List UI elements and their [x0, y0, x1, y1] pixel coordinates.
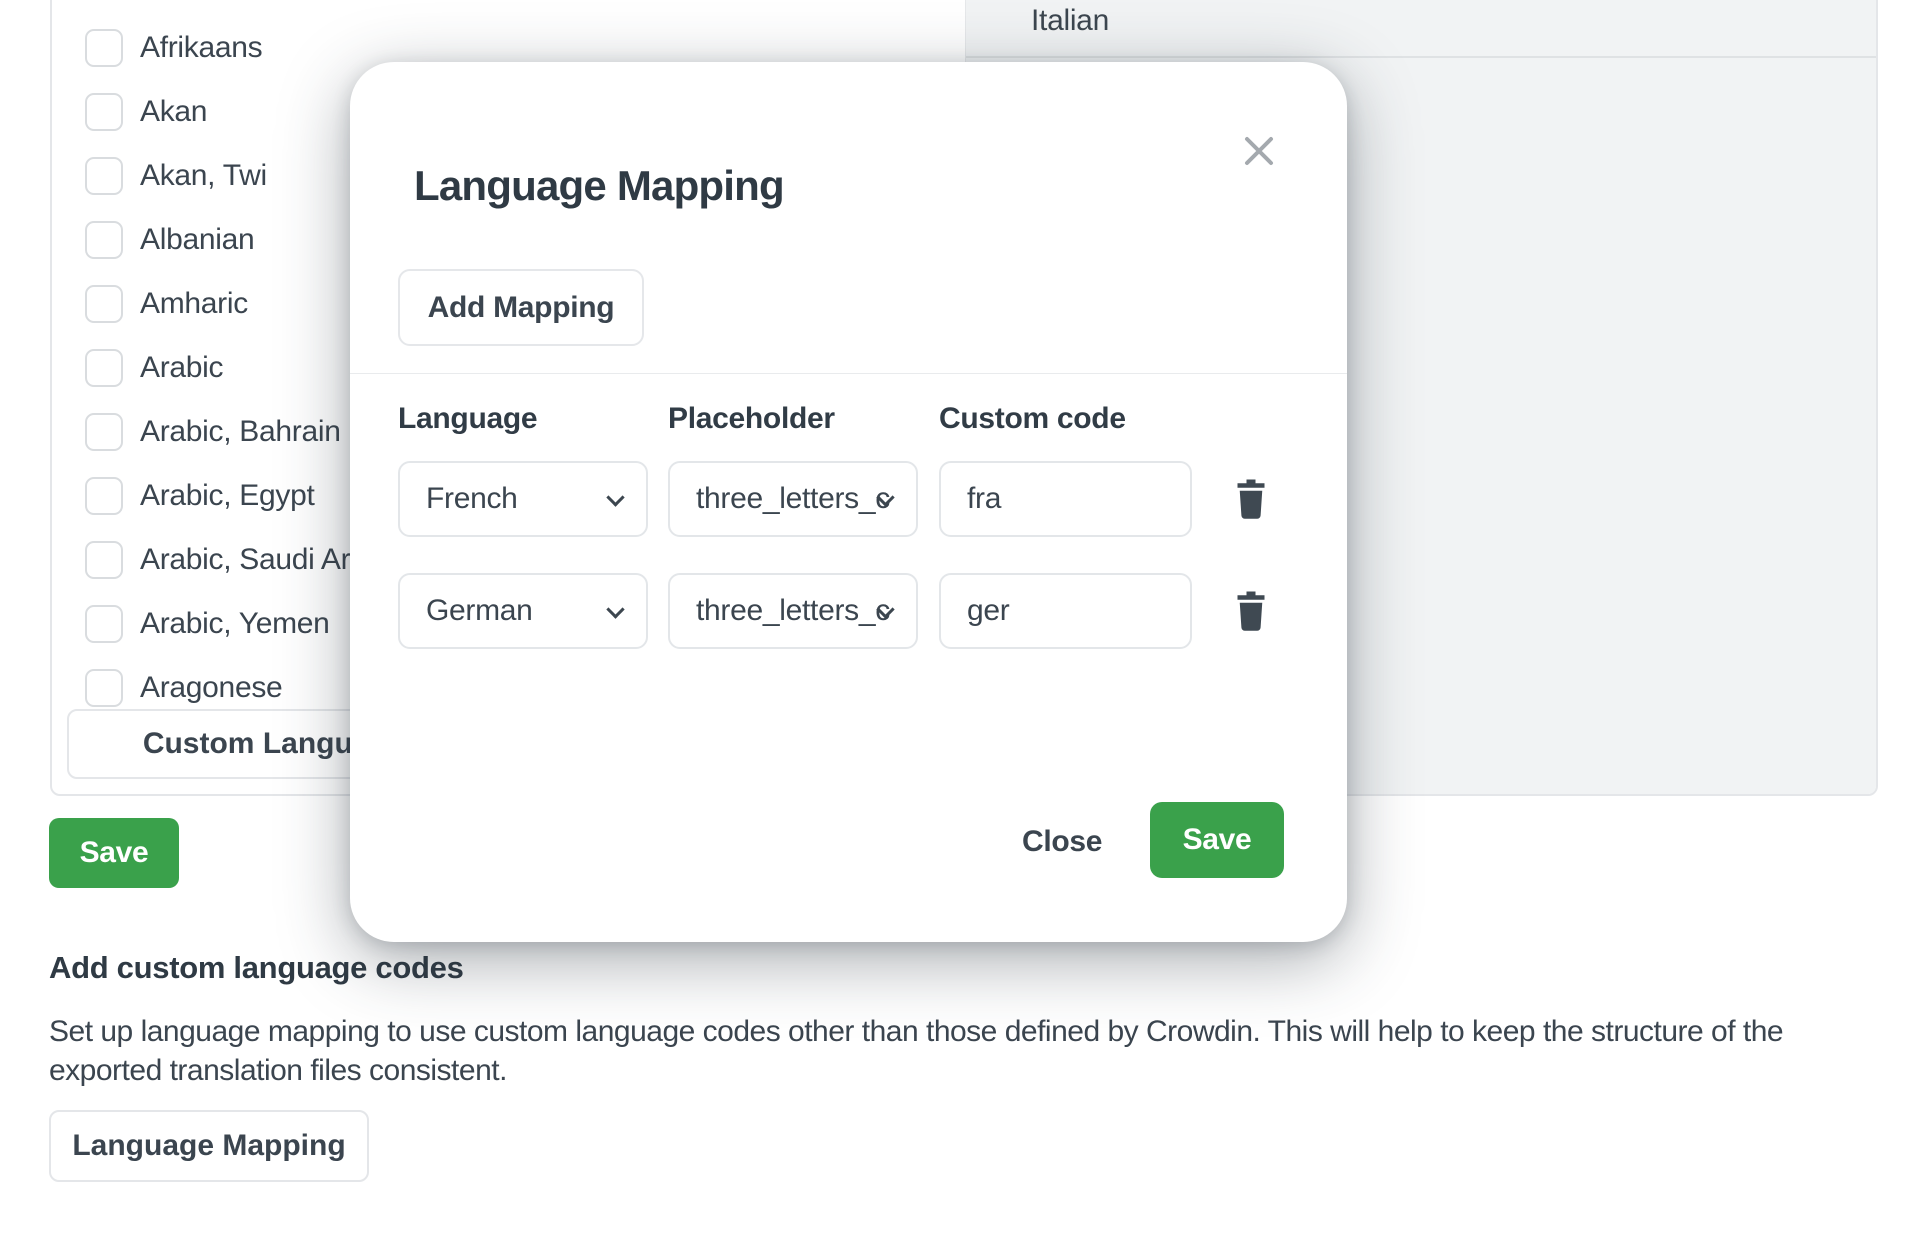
language-label: Akan — [140, 95, 207, 129]
language-label: Arabic — [140, 351, 223, 385]
language-label: Arabic, Yemen — [140, 607, 330, 641]
custom-code-input[interactable] — [939, 573, 1192, 649]
trash-icon — [1233, 478, 1269, 520]
add-mapping-button[interactable]: Add Mapping — [398, 269, 644, 346]
language-label: Arabic, Bahrain — [140, 415, 341, 449]
language-mapping-button[interactable]: Language Mapping — [49, 1110, 369, 1182]
close-icon — [1239, 131, 1279, 171]
language-label: Afrikaans — [140, 31, 262, 65]
language-list-item[interactable]: Arabic, Egypt — [85, 476, 315, 516]
selected-language-item: Italian — [966, 0, 1876, 58]
placeholder-select[interactable]: three_letters_code — [668, 461, 918, 537]
language-select-value: German — [426, 594, 533, 628]
modal-save-button[interactable]: Save — [1150, 802, 1284, 878]
checkbox[interactable] — [85, 93, 123, 131]
chevron-down-icon — [606, 600, 624, 618]
language-list-item[interactable]: Aragonese — [85, 668, 282, 708]
language-label: Albanian — [140, 223, 254, 257]
trash-icon — [1233, 590, 1269, 632]
language-label: Amharic — [140, 287, 248, 321]
language-list-item[interactable]: Akan — [85, 92, 207, 132]
placeholder-select-value: three_letters_code — [696, 482, 890, 516]
custom-codes-description: Set up language mapping to use custom la… — [49, 1012, 1789, 1090]
language-list-item[interactable]: Arabic — [85, 348, 223, 388]
chevron-down-icon — [606, 488, 624, 506]
language-label: Aragonese — [140, 671, 282, 705]
checkbox[interactable] — [85, 477, 123, 515]
language-list-item[interactable]: Afrikaans — [85, 28, 262, 68]
divider — [350, 373, 1347, 374]
custom-code-input[interactable] — [939, 461, 1192, 537]
checkbox[interactable] — [85, 541, 123, 579]
language-select[interactable]: German — [398, 573, 648, 649]
language-list-item[interactable]: Akan, Twi — [85, 156, 267, 196]
checkbox[interactable] — [85, 29, 123, 67]
language-list-item[interactable]: Arabic, Bahrain — [85, 412, 341, 452]
delete-mapping-button[interactable] — [1226, 471, 1276, 527]
language-label: Akan, Twi — [140, 159, 267, 193]
column-header-language: Language — [398, 402, 537, 436]
modal-title: Language Mapping — [414, 162, 784, 210]
checkbox[interactable] — [85, 285, 123, 323]
checkbox[interactable] — [85, 669, 123, 707]
page-save-button[interactable]: Save — [49, 818, 179, 888]
language-list-item[interactable]: Arabic, Yemen — [85, 604, 330, 644]
column-header-custom-code: Custom code — [939, 402, 1126, 436]
custom-codes-heading: Add custom language codes — [49, 950, 464, 986]
column-header-placeholder: Placeholder — [668, 402, 835, 436]
checkbox[interactable] — [85, 157, 123, 195]
language-mapping-modal: Language Mapping Add Mapping Language Pl… — [350, 62, 1347, 942]
language-select[interactable]: French — [398, 461, 648, 537]
close-button[interactable] — [1232, 124, 1286, 178]
checkbox[interactable] — [85, 605, 123, 643]
language-list-item[interactable]: Albanian — [85, 220, 254, 260]
placeholder-select[interactable]: three_letters_code — [668, 573, 918, 649]
modal-close-button[interactable]: Close — [1022, 825, 1102, 859]
checkbox[interactable] — [85, 413, 123, 451]
placeholder-select-value: three_letters_code — [696, 594, 890, 628]
selected-language-label: Italian — [1031, 4, 1109, 38]
language-label: Arabic, Egypt — [140, 479, 315, 513]
checkbox[interactable] — [85, 349, 123, 387]
language-select-value: French — [426, 482, 518, 516]
language-list-item[interactable]: Amharic — [85, 284, 248, 324]
checkbox[interactable] — [85, 221, 123, 259]
delete-mapping-button[interactable] — [1226, 583, 1276, 639]
